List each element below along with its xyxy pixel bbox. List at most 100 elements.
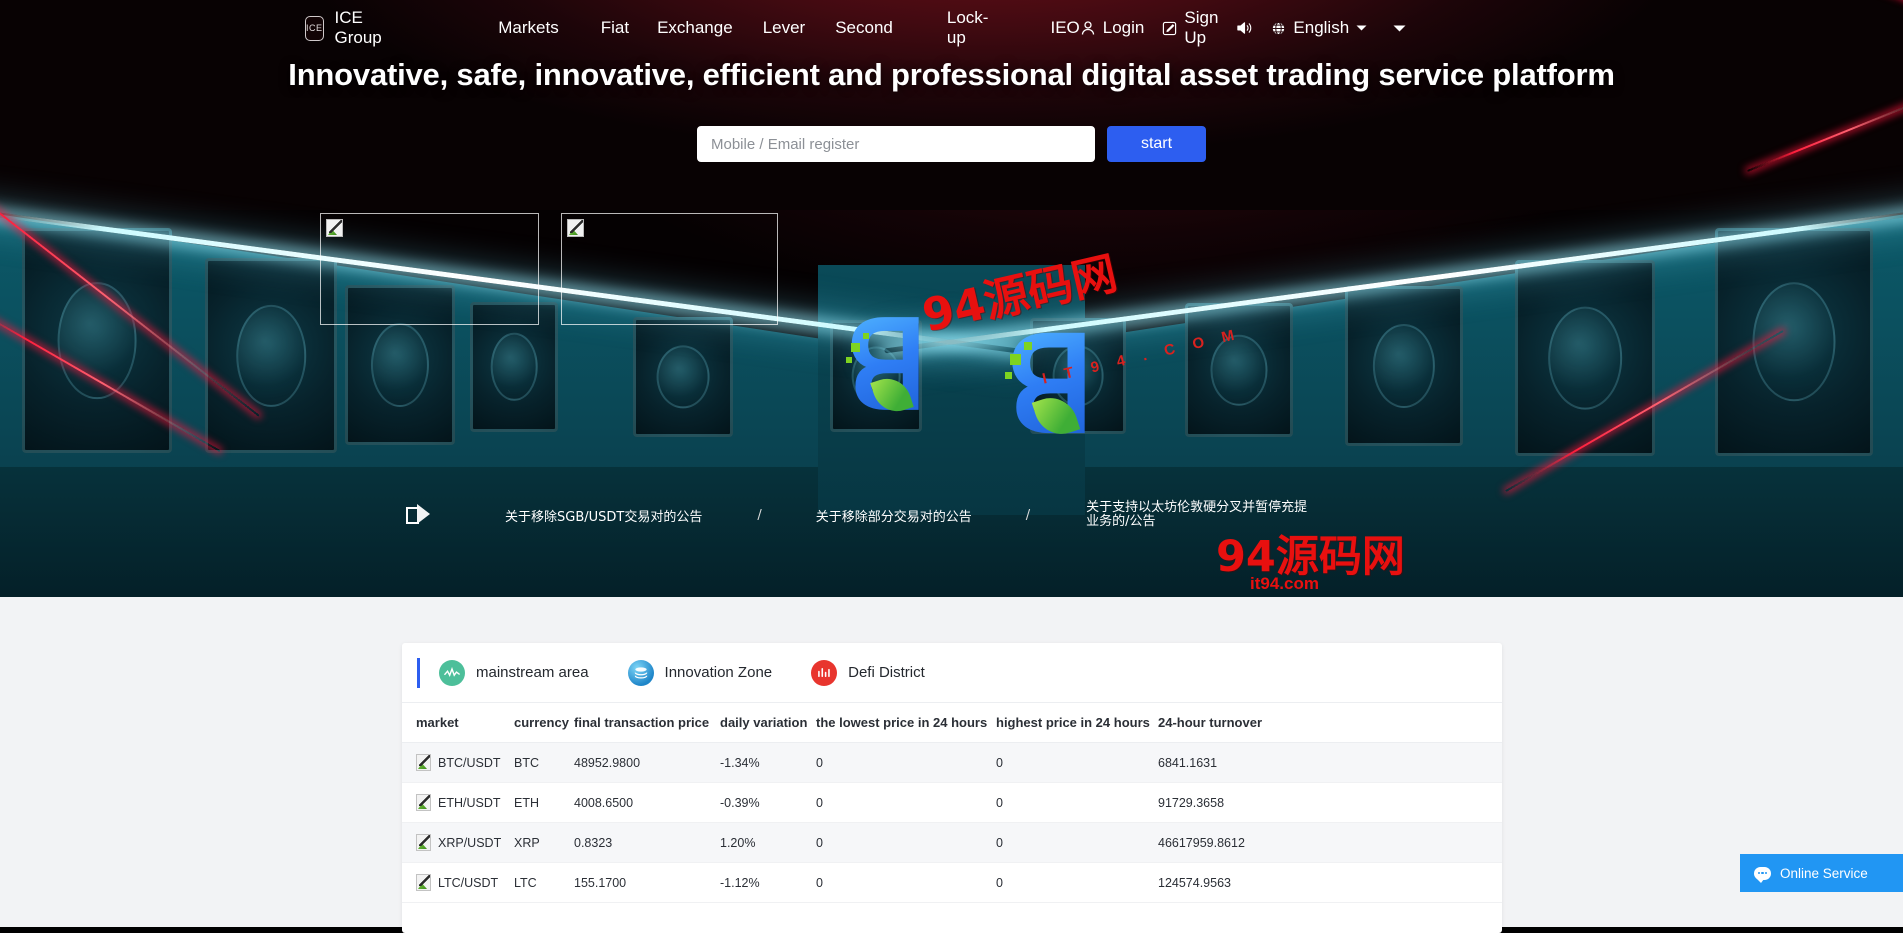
nav-item-lockup[interactable]: Lock-up [947, 8, 989, 48]
wave-coin-icon [439, 659, 465, 686]
market-tabs: mainstream area Innovation Zone Defi Dis… [402, 643, 1502, 703]
announcement-separator: / [757, 507, 762, 523]
signup-label: Sign Up [1184, 8, 1219, 47]
cell-turnover: 6841.1631 [1158, 742, 1502, 783]
tab-innovation-zone[interactable]: Innovation Zone [627, 659, 773, 686]
language-selector[interactable]: English [1271, 18, 1367, 38]
market-pair-label: BTC/USDT [438, 755, 501, 770]
column-header-high[interactable]: highest price in 24 hours [996, 703, 1158, 743]
globe-icon [1271, 21, 1286, 36]
broken-image-icon [567, 219, 584, 237]
table-header-row: market currency final transaction price … [402, 703, 1502, 743]
cell-currency: XRP [514, 822, 574, 863]
cell-price: 155.1700 [574, 862, 720, 903]
column-header-low[interactable]: the lowest price in 24 hours [816, 703, 996, 743]
cell-currency: ETH [514, 782, 574, 823]
cell-turnover: 124574.9563 [1158, 862, 1502, 903]
cell-low: 0 [816, 782, 996, 823]
market-pair-label: ETH/USDT [438, 795, 501, 810]
brand-logo-group[interactable]: ICE ICE Group [305, 8, 388, 48]
chevron-down-icon [1393, 24, 1406, 33]
nav-item-second[interactable]: Second [835, 18, 893, 38]
cell-market: XRP/USDT [402, 822, 514, 863]
table-row[interactable]: ETH/USDT ETH 4008.6500 -0.39% 0 0 91729.… [402, 782, 1502, 823]
register-form: start [0, 126, 1903, 162]
market-card: mainstream area Innovation Zone Defi Dis… [402, 643, 1502, 933]
cell-low: 0 [816, 822, 996, 863]
tab-label: Defi District [848, 664, 925, 681]
broken-image-icon [416, 754, 431, 771]
market-table-head: market currency final transaction price … [402, 703, 1502, 743]
cell-currency: BTC [514, 742, 574, 783]
stack-coin-icon [627, 659, 654, 686]
language-label: English [1293, 18, 1350, 37]
tab-defi-district[interactable]: Defi District [811, 659, 925, 686]
defi-coin-icon [811, 659, 838, 686]
nav-item-lever[interactable]: Lever [763, 18, 806, 38]
cell-price: 4008.6500 [574, 782, 720, 823]
start-button[interactable]: start [1107, 126, 1206, 162]
market-pair-label: XRP/USDT [438, 835, 502, 850]
cell-market: BTC/USDT [402, 742, 514, 783]
page-title: Innovative, safe, innovative, efficient … [288, 57, 1615, 92]
tab-mainstream-area[interactable]: mainstream area [439, 659, 589, 686]
column-header-turnover[interactable]: 24-hour turnover [1158, 703, 1502, 743]
nav-item-ieo[interactable]: IEO [1050, 18, 1079, 38]
table-row[interactable]: LTC/USDT LTC 155.1700 -1.12% 0 0 124574.… [402, 862, 1502, 903]
nav-item-exchange[interactable]: Exchange [657, 18, 733, 38]
brand-logo-text: ICE [306, 23, 323, 33]
cell-currency: LTC [514, 862, 574, 903]
market-table: market currency final transaction price … [402, 703, 1502, 903]
broken-image-placeholder[interactable] [320, 213, 539, 325]
broken-image-placeholder[interactable] [561, 213, 778, 325]
market-pair-label: LTC/USDT [438, 875, 499, 890]
speaker-icon [1236, 20, 1253, 36]
nav-links: Markets Fiat Exchange Lever Second Lock-… [498, 8, 1080, 48]
extra-dropdown-button[interactable] [1393, 24, 1406, 33]
nav-right-group: Login Sign Up English [1080, 8, 1406, 48]
main-navigation: ICE ICE Group Markets Fiat Exchange Leve… [0, 0, 1903, 56]
register-input[interactable] [697, 126, 1095, 162]
login-button[interactable]: Login [1080, 18, 1145, 38]
announcement-item[interactable]: 关于支持以太坊伦敦硬分叉并暂停充提业务的/公告 [1086, 500, 1308, 530]
login-label: Login [1102, 18, 1145, 37]
cell-turnover: 46617959.8612 [1158, 822, 1502, 863]
cell-market: LTC/USDT [402, 862, 514, 903]
wall-panel [1030, 318, 1126, 434]
cell-change: -0.39% [720, 782, 816, 823]
brand-name: ICE Group [334, 8, 382, 47]
column-header-change[interactable]: daily variation [720, 703, 816, 743]
broken-image-icon [416, 874, 431, 891]
announcement-separator: / [1025, 507, 1031, 523]
cell-low: 0 [816, 862, 996, 903]
chat-bubble-icon [1754, 866, 1771, 883]
table-row[interactable]: BTC/USDT BTC 48952.9800 -1.34% 0 0 6841.… [402, 742, 1502, 783]
announcement-item[interactable]: 关于移除部分交易对的公告 [816, 506, 972, 525]
wall-panel [1185, 303, 1293, 437]
cell-price: 0.8323 [574, 822, 720, 863]
online-service-button[interactable]: Online Service [1740, 854, 1903, 892]
nav-item-fiat[interactable]: Fiat [601, 18, 629, 38]
announcement-item[interactable]: 关于移除SGB/USDT交易对的公告 [505, 506, 702, 525]
chevron-down-icon [1356, 24, 1367, 32]
broken-image-icon [416, 834, 431, 851]
sound-toggle-button[interactable] [1236, 20, 1253, 36]
broken-image-icon [326, 219, 343, 237]
hero-banner: ICE ICE Group Markets Fiat Exchange Leve… [0, 0, 1903, 597]
column-header-price[interactable]: final transaction price [574, 703, 720, 743]
signup-button[interactable]: Sign Up [1162, 8, 1218, 48]
cell-low: 0 [816, 742, 996, 783]
tab-label: Innovation Zone [664, 664, 773, 681]
column-header-currency[interactable]: currency [514, 703, 574, 743]
column-header-market[interactable]: market [402, 703, 514, 743]
market-table-body: BTC/USDT BTC 48952.9800 -1.34% 0 0 6841.… [402, 742, 1502, 903]
pencil-square-icon [1162, 21, 1177, 36]
nav-item-markets[interactable]: Markets [498, 18, 558, 38]
table-row[interactable]: XRP/USDT XRP 0.8323 1.20% 0 0 46617959.8… [402, 822, 1502, 863]
cell-change: -1.12% [720, 862, 816, 903]
wall-panel [1515, 260, 1655, 456]
wall-panel [205, 258, 337, 453]
cell-turnover: 91729.3658 [1158, 782, 1502, 823]
megaphone-icon [406, 504, 432, 526]
market-section: mainstream area Innovation Zone Defi Dis… [0, 597, 1903, 933]
